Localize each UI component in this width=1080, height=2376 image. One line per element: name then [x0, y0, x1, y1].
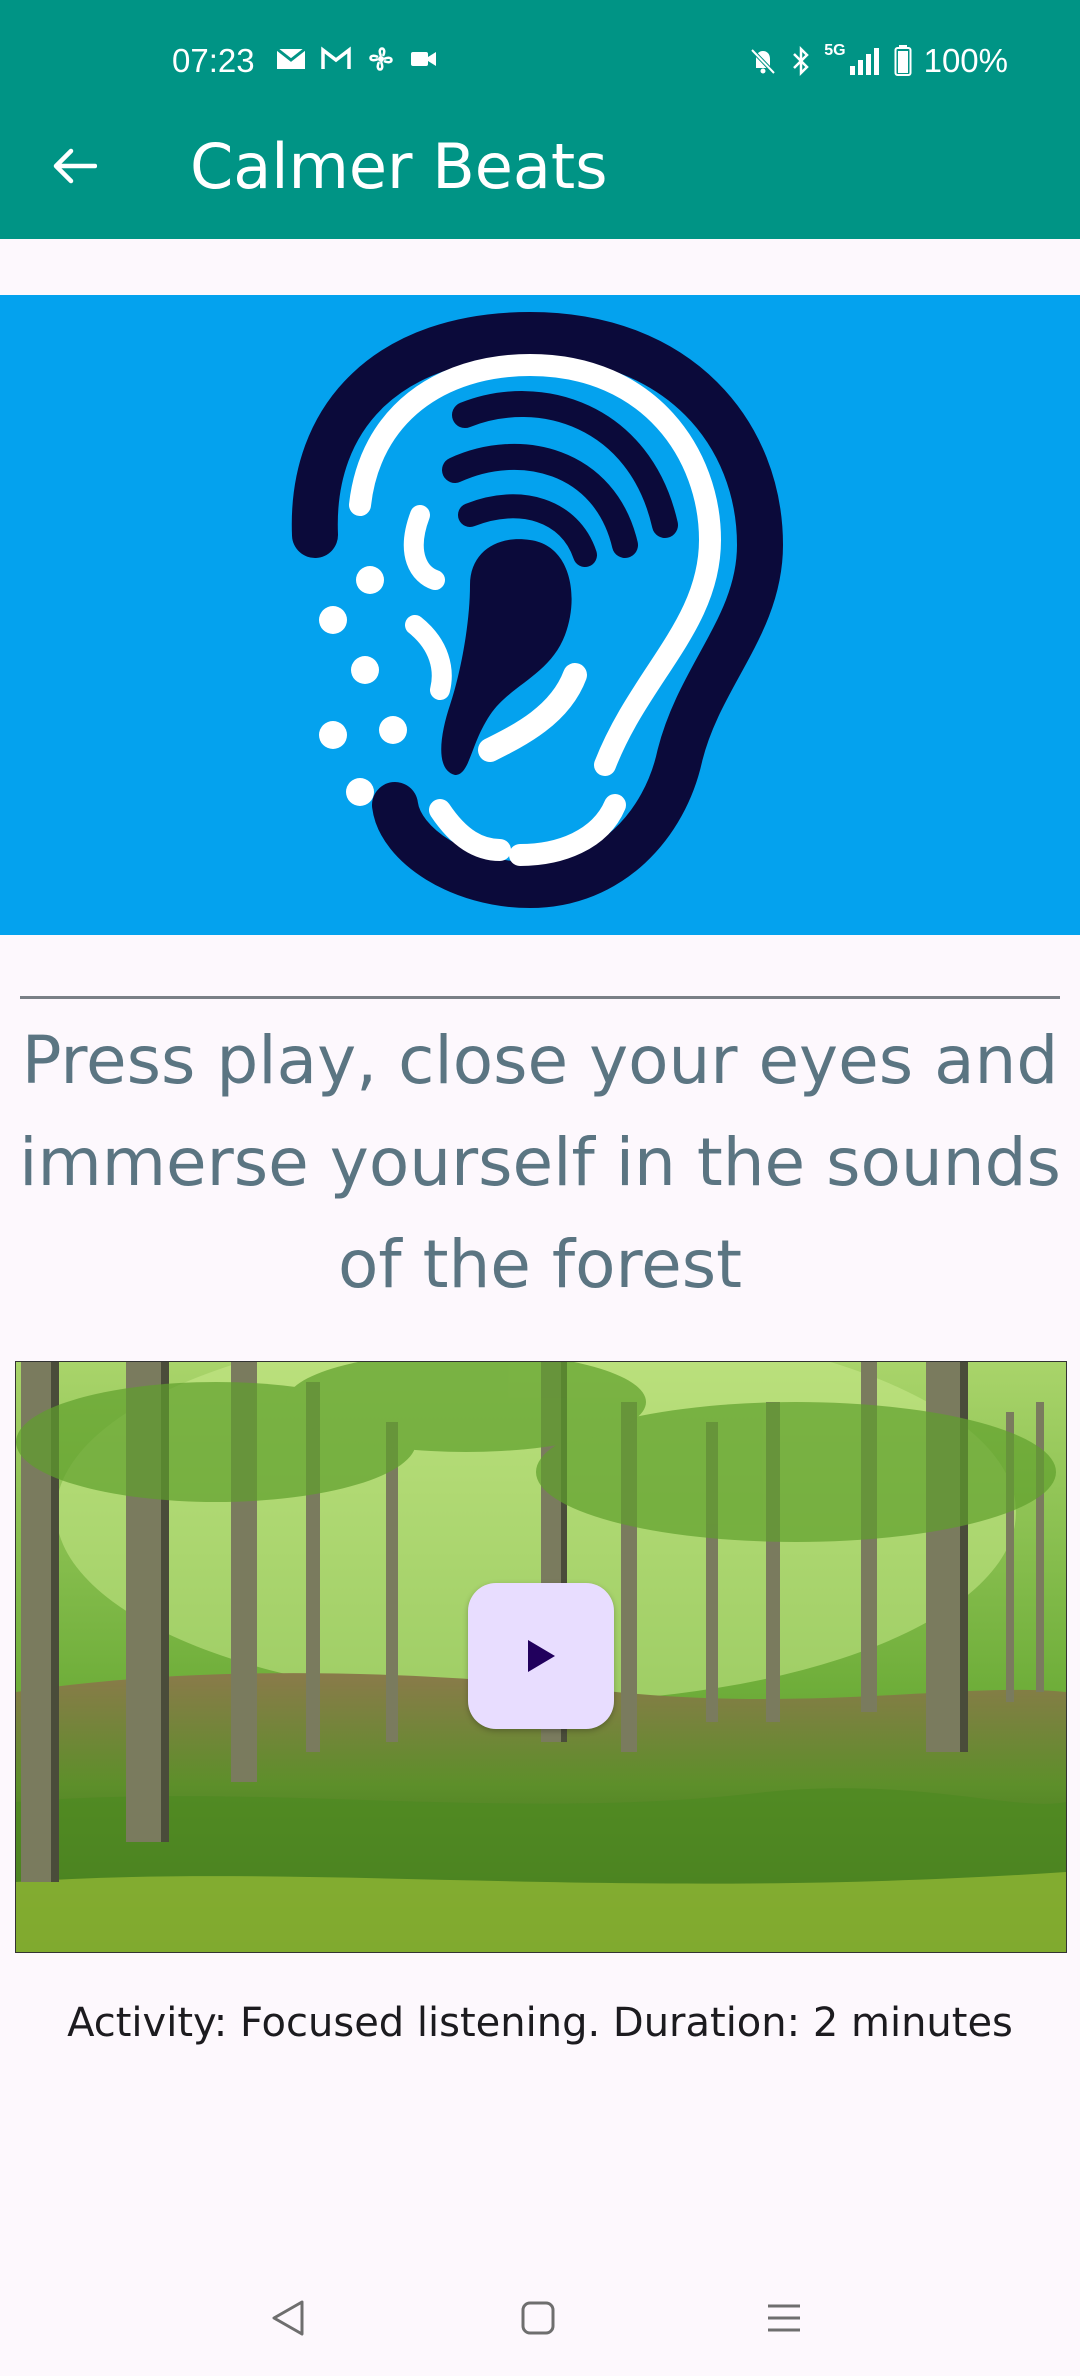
battery-icon	[894, 45, 912, 76]
nav-back-button[interactable]	[258, 2288, 318, 2348]
video-camera-icon	[411, 52, 436, 66]
divider	[20, 996, 1060, 999]
notification-icons	[276, 44, 438, 74]
bluetooth-icon	[793, 45, 810, 77]
nav-home-button[interactable]	[508, 2288, 568, 2348]
app-bar: 07:23 5G 100% Calmer Beats	[0, 0, 1080, 239]
status-bar: 07:23 5G 100%	[0, 0, 1080, 124]
arrow-left-icon	[53, 148, 97, 184]
signal-icon	[849, 48, 879, 75]
system-nav-bar	[0, 2260, 1080, 2376]
play-icon	[528, 1640, 555, 1672]
system-status-icons: 5G 100%	[748, 42, 1008, 80]
home-square-icon	[521, 2301, 555, 2335]
nav-recents-button[interactable]	[754, 2288, 814, 2348]
back-triangle-icon	[272, 2300, 304, 2336]
back-button[interactable]	[44, 136, 104, 196]
battery-percent: 100%	[923, 42, 1008, 79]
video-player[interactable]	[15, 1361, 1067, 1953]
hero-banner	[0, 295, 1080, 935]
gmail-envelope-icon	[276, 47, 306, 69]
fan-icon	[369, 47, 393, 71]
page-title: Calmer Beats	[190, 130, 608, 203]
recents-menu-icon	[768, 2304, 800, 2332]
play-button[interactable]	[468, 1583, 614, 1729]
ear-sound-icon	[291, 311, 784, 909]
instruction-headline: Press play, close your eyes and immerse …	[19, 1022, 1061, 1303]
network-type-label: 5G	[824, 42, 846, 59]
gmail-m-icon	[321, 46, 351, 69]
status-time: 07:23	[172, 42, 255, 79]
activity-caption: Activity: Focused listening. Duration: 2…	[67, 2000, 1013, 2046]
mute-bell-icon	[750, 48, 776, 75]
